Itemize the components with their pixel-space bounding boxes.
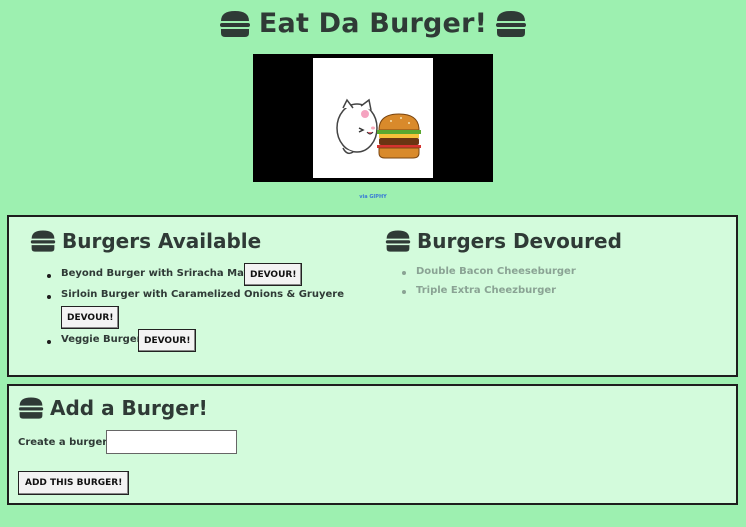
giphy-credit-link[interactable]: via GIPHY [0,194,746,200]
devour-button[interactable]: DEVOUR! [61,306,120,329]
devour-button[interactable]: DEVOUR! [244,263,303,286]
bullet-icon [47,340,51,344]
cat-eating-burger-gif [313,58,433,178]
available-heading: Burgers Available [30,229,261,253]
add-burger-panel: Add a Burger! Create a burger: ADD THIS … [7,384,738,505]
burger-name-input[interactable] [106,430,237,454]
burger-name: Beyond Burger with Sriracha Mayo [61,268,257,279]
hamburger-icon [385,230,411,252]
add-title: Add a Burger! [50,396,208,420]
devoured-heading: Burgers Devoured [385,229,622,253]
page-header: Eat Da Burger! [0,8,746,50]
burger-name: Veggie Burger [61,334,142,345]
available-title: Burgers Available [62,229,262,253]
page-title: Eat Da Burger! [258,8,488,39]
hamburger-icon [18,397,44,419]
hamburger-icon [219,10,250,37]
hamburger-icon [30,230,56,252]
devoured-burger-name: Double Bacon Cheeseburger [416,266,576,277]
bullet-icon [402,271,406,275]
bullet-icon [47,274,51,278]
page-title-row: Eat Da Burger! [219,8,527,39]
bullet-icon [47,295,51,299]
hamburger-icon [496,10,527,37]
add-heading: Add a Burger! [18,396,208,420]
devoured-burger-name: Triple Extra Cheezburger [416,285,557,296]
bullet-icon [402,290,406,294]
cat-burger-illustration [336,98,421,159]
burger-name: Sirloin Burger with Caramelized Onions &… [61,289,344,300]
create-burger-label: Create a burger: [18,437,112,448]
devour-button[interactable]: DEVOUR! [138,329,197,352]
gif-embed[interactable] [253,54,493,182]
add-burger-button[interactable]: ADD THIS BURGER! [18,471,130,495]
devoured-title: Burgers Devoured [417,229,622,253]
burger-lists-panel: Burgers Available Beyond Burger with Sri… [7,215,738,377]
